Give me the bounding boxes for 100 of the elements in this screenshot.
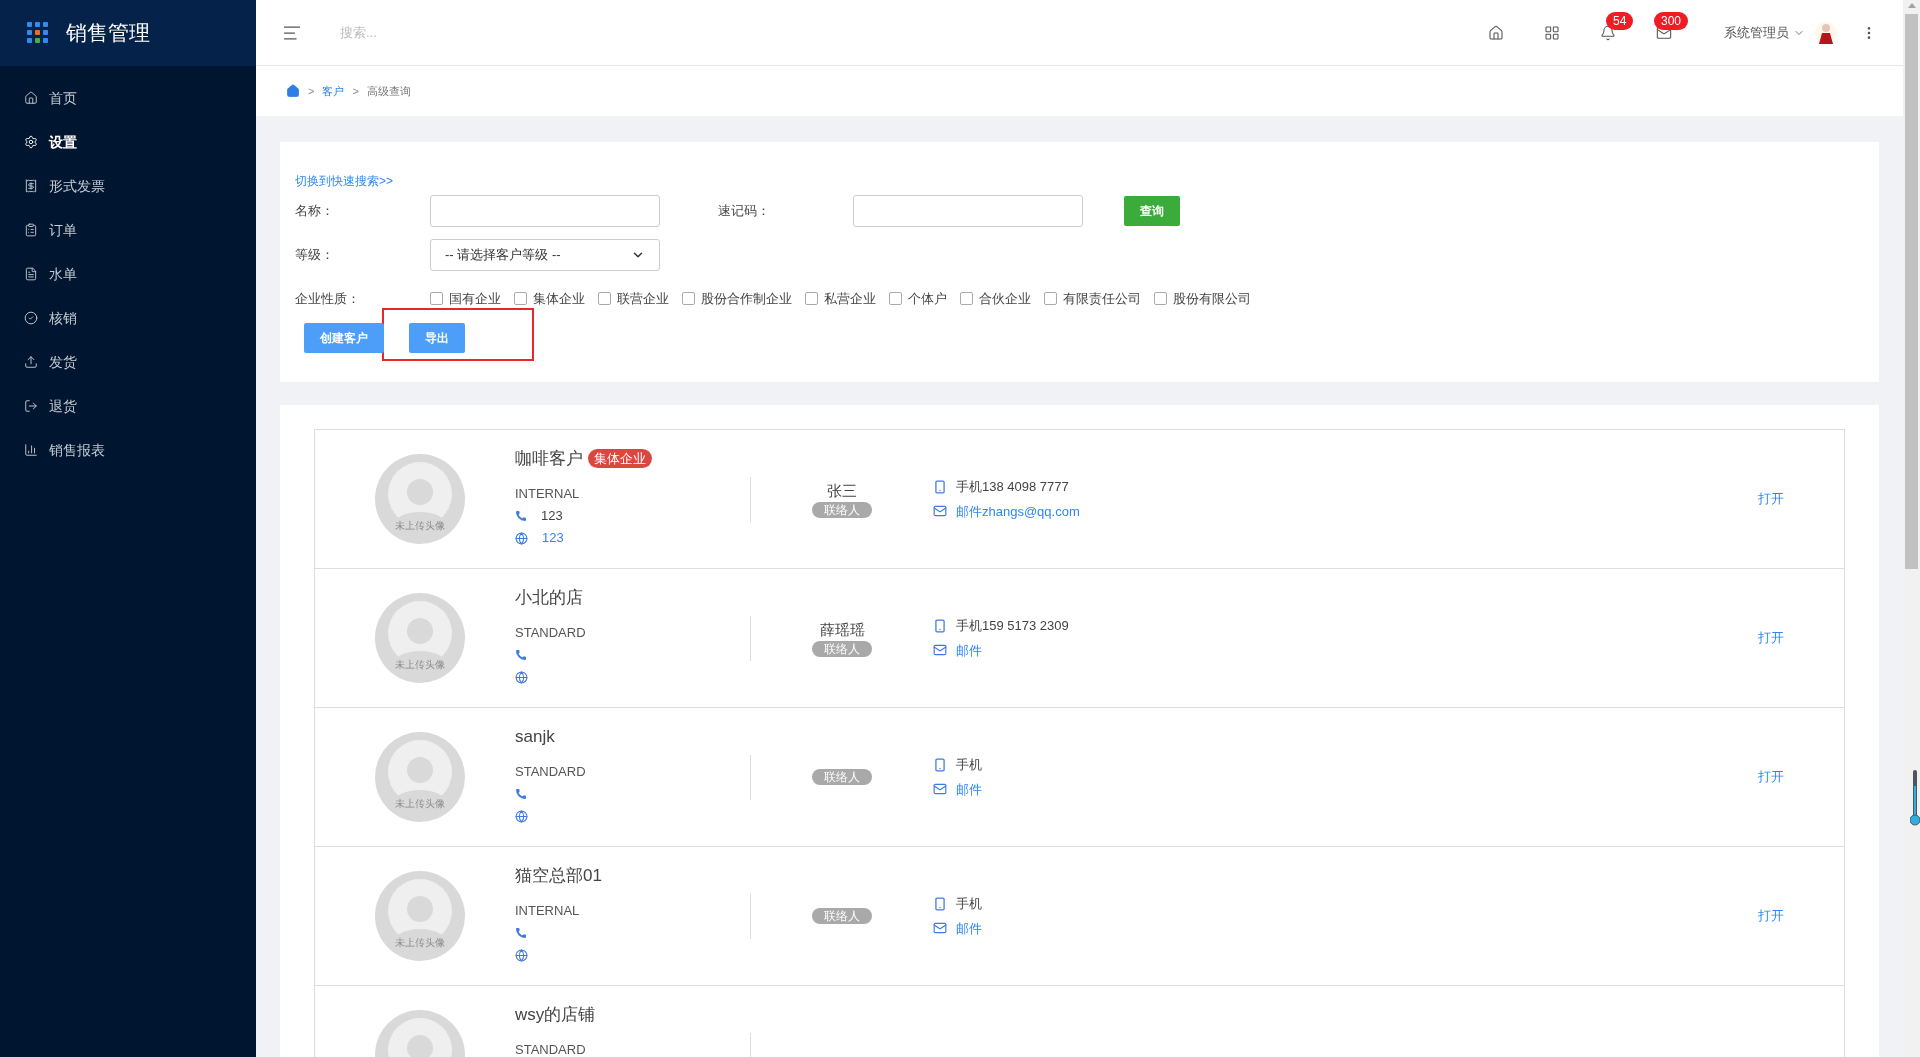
customer-name: 咖啡客户 [515, 448, 583, 470]
upload-icon [24, 355, 38, 369]
phone-icon [515, 649, 527, 661]
checkbox-label: 集体企业 [533, 290, 585, 308]
sidebar-item[interactable]: 发货 [0, 340, 256, 384]
customer-name: wsy的店铺 [515, 1004, 596, 1026]
field-label: 等级： [295, 246, 335, 265]
open-link[interactable]: 打开 [1758, 628, 1784, 648]
text-field[interactable] [853, 195, 1083, 227]
sidebar-item[interactable]: 订单 [0, 208, 256, 252]
email-icon [933, 921, 947, 936]
home-icon[interactable] [286, 84, 300, 98]
email-icon [933, 782, 947, 797]
email-link[interactable]: 邮件 [956, 918, 982, 938]
breadcrumb-item: 高级查询 [366, 83, 411, 99]
customer-level: INTERNAL [515, 484, 581, 503]
customer-tag: 集体企业 [588, 449, 652, 469]
checkbox-label: 私营企业 [824, 290, 876, 308]
bell-icon[interactable] [1600, 24, 1616, 41]
contact-name: 薛瑶瑶 [819, 619, 865, 640]
sidebar-item[interactable]: 核销 [0, 296, 256, 340]
mobile-number: 手机 [956, 895, 982, 913]
checkbox-label: 联营企业 [617, 290, 669, 308]
sidebar-item[interactable]: 销售报表 [0, 428, 256, 472]
query-button[interactable]: 查询 [1124, 196, 1180, 226]
check-circle-icon [24, 311, 38, 325]
customer-name: 小北的店 [515, 587, 583, 609]
level-select[interactable]: -- 请选择客户等级 -- [430, 239, 660, 271]
bar-chart-icon [24, 443, 38, 457]
phone-number: 123 [541, 507, 563, 526]
checkbox[interactable] [960, 292, 973, 306]
notification-badge: 54 [1606, 11, 1634, 30]
email-icon [933, 643, 947, 658]
contact-role-tag: 联络人 [812, 908, 872, 924]
customer-level: STANDARD [515, 623, 587, 642]
toggle-search-link[interactable]: 切换到快速搜索>> [295, 172, 1864, 190]
customer-level: INTERNAL [515, 901, 581, 920]
checkbox[interactable] [430, 292, 443, 306]
checkbox-label: 个体户 [908, 290, 947, 308]
text-field[interactable] [430, 195, 660, 227]
sidebar-item[interactable]: 设置 [0, 120, 256, 164]
breadcrumb-separator: > [308, 83, 315, 99]
message-badge: 300 [1654, 11, 1689, 30]
mobile-number: 手机 [956, 756, 982, 774]
user-name[interactable]: 系统管理员 [1724, 22, 1789, 43]
app-logo-icon [27, 22, 49, 44]
checkbox[interactable] [514, 292, 527, 306]
phone-icon [515, 510, 527, 522]
customer-name: sanjk [515, 726, 555, 748]
customer-level: STANDARD [515, 762, 587, 781]
open-link[interactable]: 打开 [1758, 489, 1784, 509]
website-link[interactable]: 123 [542, 528, 564, 548]
avatar-caption: 未上传头像 [394, 936, 446, 950]
checkbox[interactable] [889, 292, 902, 306]
checkbox[interactable] [805, 292, 818, 306]
thermometer-icon[interactable] [1910, 770, 1920, 826]
house-icon[interactable] [1488, 24, 1504, 41]
mobile-number: 手机159 5173 2309 [956, 617, 1069, 635]
globe-icon [515, 670, 528, 684]
sidebar-item[interactable]: 形式发票 [0, 164, 256, 208]
checkbox[interactable] [1044, 292, 1057, 306]
sidebar-item[interactable]: 退货 [0, 384, 256, 428]
checkbox-label: 有限责任公司 [1063, 290, 1141, 308]
email-link[interactable]: 邮件 [956, 779, 982, 799]
breadcrumb-item[interactable]: 客户 [322, 82, 345, 100]
checkbox-label: 股份有限公司 [1173, 290, 1251, 308]
open-link[interactable]: 打开 [1758, 906, 1784, 926]
globe-icon [515, 948, 528, 962]
action-button[interactable]: 创建客户 [304, 322, 384, 353]
field-label: 名称： [295, 202, 335, 221]
email-link[interactable]: 邮件 [956, 640, 982, 660]
contact-role-tag: 联络人 [812, 502, 872, 519]
scrollbar-thumb[interactable] [1905, 14, 1918, 569]
phone-icon [515, 927, 527, 939]
mobile-icon [933, 896, 947, 911]
app-title: 销售管理 [66, 20, 150, 47]
checkbox[interactable] [598, 292, 611, 306]
customer-name: 猫空总部01 [515, 865, 602, 887]
open-link[interactable]: 打开 [1758, 767, 1784, 787]
scroll-up-icon[interactable] [1907, 3, 1916, 8]
sidebar-item[interactable]: 水单 [0, 252, 256, 296]
checkbox-label: 合伙企业 [979, 290, 1031, 308]
user-avatar[interactable] [1815, 20, 1837, 45]
clipboard-icon [24, 223, 38, 237]
sidebar-item[interactable]: 首页 [0, 76, 256, 120]
exit-icon [24, 399, 38, 413]
checkbox[interactable] [1154, 292, 1167, 306]
phone-icon [515, 788, 527, 800]
email-icon [933, 504, 947, 519]
grid-icon[interactable] [1544, 24, 1560, 41]
checkbox-label: 股份合作制企业 [701, 290, 792, 308]
contact-name: 张三 [827, 480, 857, 501]
contact-role-tag: 联络人 [812, 769, 872, 785]
email-link[interactable]: 邮件zhangs@qq.com [956, 501, 1080, 521]
checkbox[interactable] [682, 292, 695, 306]
globe-icon [515, 809, 528, 823]
document-icon [24, 267, 38, 281]
action-button[interactable]: 导出 [409, 322, 465, 353]
search-field[interactable]: 搜索... [340, 22, 640, 43]
checkbox-label: 国有企业 [449, 290, 501, 308]
